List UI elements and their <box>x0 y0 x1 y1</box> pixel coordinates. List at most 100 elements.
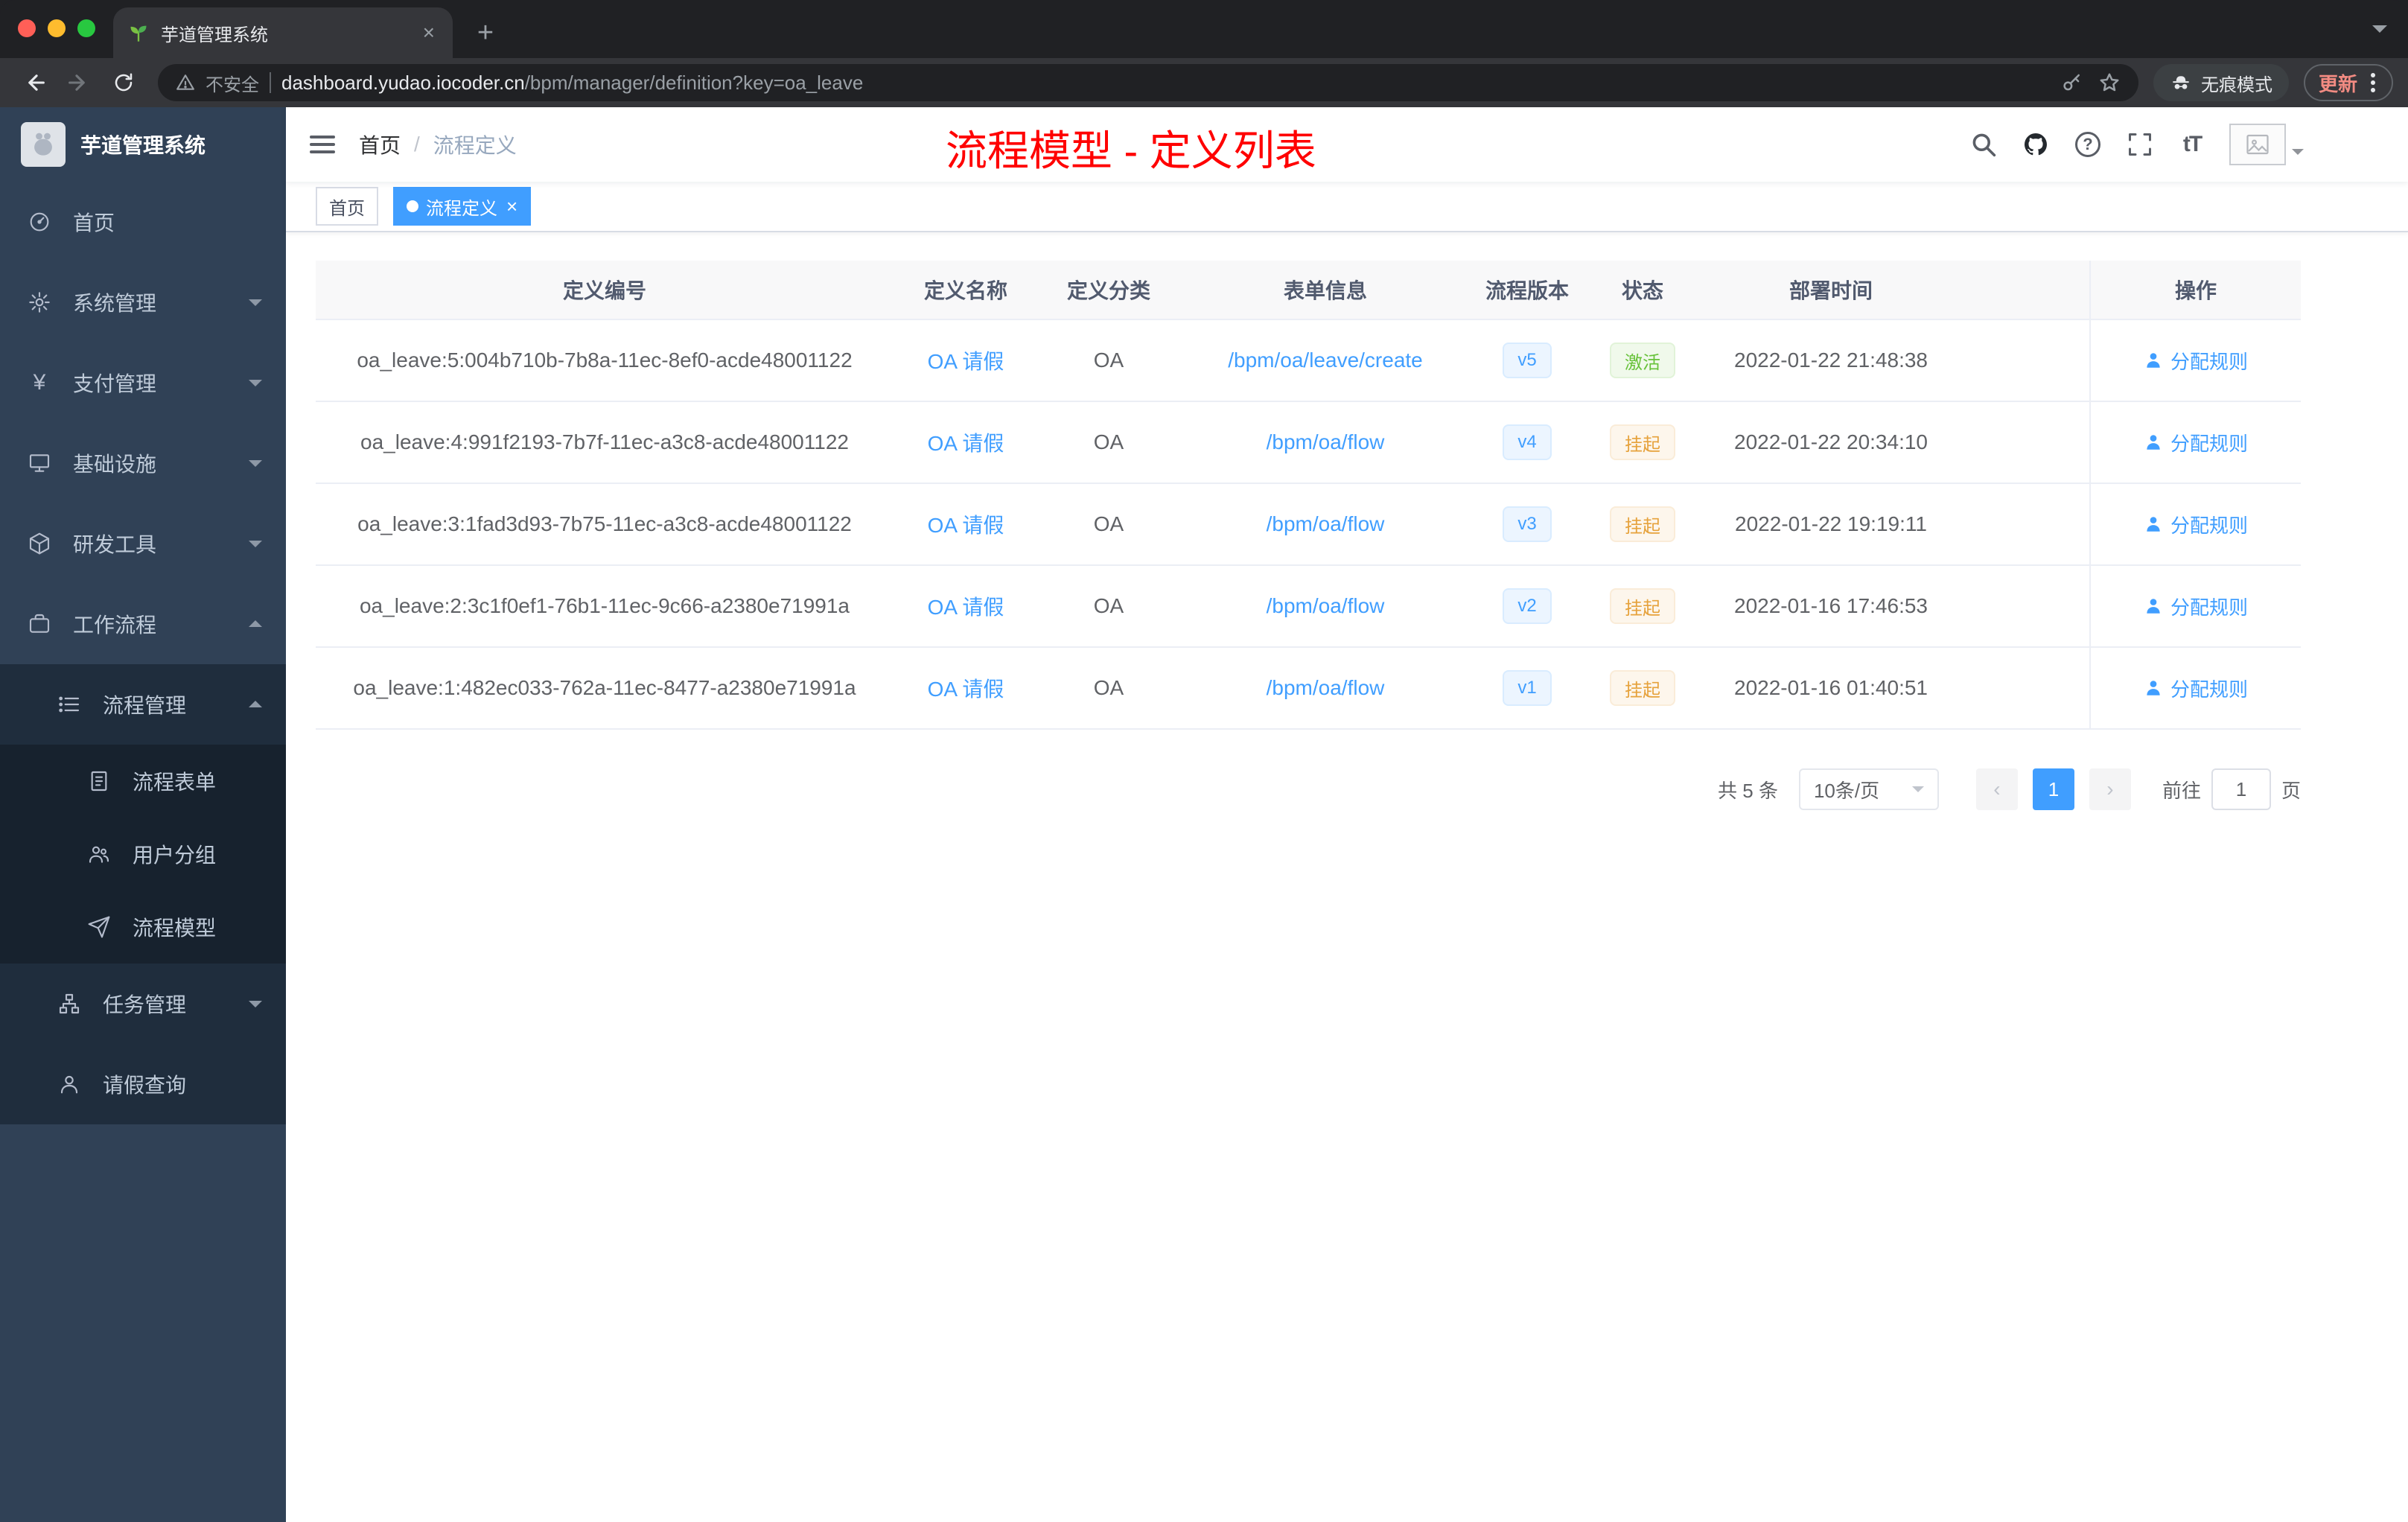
breadcrumb-home[interactable]: 首页 <box>359 130 401 159</box>
sidebar-item-devtools[interactable]: 研发工具 <box>0 503 286 584</box>
sidebar-item-payment[interactable]: ¥ 支付管理 <box>0 343 286 423</box>
github-icon[interactable] <box>2021 130 2051 159</box>
sidebar-item-workflow[interactable]: 工作流程 <box>0 584 286 664</box>
security-label[interactable]: 不安全 <box>206 70 259 96</box>
chevron-down-icon <box>2292 149 2304 161</box>
cube-icon <box>27 531 52 556</box>
browser-tab[interactable]: 芋道管理系统 × <box>113 7 453 58</box>
sidebar-item-user-group[interactable]: 用户分组 <box>0 818 286 891</box>
sidebar-item-label: 请假查询 <box>103 1074 187 1097</box>
back-button[interactable] <box>15 63 54 102</box>
sidebar-item-home[interactable]: 首页 <box>0 182 286 262</box>
search-icon[interactable] <box>1969 130 1998 159</box>
incognito-label: 无痕模式 <box>2200 74 2272 95</box>
sidebar-item-system[interactable]: 系统管理 <box>0 262 286 343</box>
sidebar-item-label: 任务管理 <box>103 993 187 1016</box>
sidebar-item-task-management[interactable]: 任务管理 <box>0 964 286 1044</box>
next-page-button[interactable]: › <box>2089 768 2131 810</box>
filler-cell <box>1960 402 2089 484</box>
tab-search-chevron-icon[interactable] <box>2372 25 2387 40</box>
tag-close-icon[interactable]: × <box>506 197 517 216</box>
tag-home[interactable]: 首页 <box>316 187 378 226</box>
overflow-menu-icon[interactable] <box>2368 70 2378 95</box>
form-link[interactable]: /bpm/oa/flow <box>1267 430 1385 454</box>
definition-category: OA <box>1038 402 1179 484</box>
assign-rule-link[interactable]: 分配规则 <box>2144 675 2248 702</box>
sidebar-item-label: 用户分组 <box>133 844 217 867</box>
chevron-up-icon <box>249 614 262 627</box>
avatar <box>2229 124 2286 165</box>
status-tag: 挂起 <box>1610 588 1675 624</box>
assign-rule-link[interactable]: 分配规则 <box>2144 347 2248 375</box>
definition-category: OA <box>1038 484 1179 566</box>
sidebar-item-label: 工作流程 <box>73 614 157 637</box>
page-size-select[interactable]: 10条/页 <box>1798 768 1939 810</box>
page-title: 流程模型 - 定义列表 <box>946 127 1316 174</box>
sidebar-item-process-management[interactable]: 流程管理 <box>0 664 286 745</box>
filler-cell <box>1960 648 2089 730</box>
tab-title: 芋道管理系统 <box>161 25 268 45</box>
user-menu[interactable] <box>2229 124 2304 165</box>
deploy-time: 2022-01-22 20:34:10 <box>1702 402 1960 484</box>
col-header-filler <box>1960 261 2089 320</box>
list-icon <box>57 692 82 717</box>
definition-name-link[interactable]: OA 请假 <box>928 427 1004 457</box>
breadcrumb: 首页 / 流程定义 <box>359 130 517 159</box>
document-icon <box>86 768 112 794</box>
definition-name-link[interactable]: OA 请假 <box>928 591 1004 621</box>
pagination: 共 5 条 10条/页 ‹ 1 › 前往 页 <box>316 768 2301 810</box>
col-header-name: 定义名称 <box>894 261 1038 320</box>
col-header-category: 定义分类 <box>1038 261 1179 320</box>
sidebar-item-label: 研发工具 <box>73 533 157 556</box>
hamburger-icon[interactable] <box>286 136 359 153</box>
col-header-actions: 操作 <box>2089 261 2301 320</box>
definition-name-link[interactable]: OA 请假 <box>928 509 1004 539</box>
sidebar-item-process-form[interactable]: 流程表单 <box>0 745 286 818</box>
address-bar[interactable]: 不安全 dashboard.yudao.iocoder.cn/bpm/manag… <box>158 64 2138 101</box>
url-host: dashboard.yudao.iocoder.cn <box>281 71 525 94</box>
sidebar-item-label: 流程模型 <box>133 917 217 940</box>
sidebar-item-leave-query[interactable]: 请假查询 <box>0 1044 286 1124</box>
sidebar-item-label: 流程管理 <box>103 694 187 717</box>
goto-page-input[interactable] <box>2211 768 2271 810</box>
form-link[interactable]: /bpm/oa/flow <box>1267 512 1385 536</box>
prev-page-button[interactable]: ‹ <box>1975 768 2018 810</box>
definition-id: oa_leave:4:991f2193-7b7f-11ec-a3c8-acde4… <box>316 402 894 484</box>
sidebar-item-process-model[interactable]: 流程模型 <box>0 891 286 964</box>
assign-rule-link[interactable]: 分配规则 <box>2144 429 2248 456</box>
breadcrumb-current: 流程定义 <box>433 134 517 157</box>
font-size-icon[interactable]: tT <box>2177 130 2207 159</box>
new-tab-button[interactable]: + <box>465 12 506 54</box>
assign-rule-link[interactable]: 分配规则 <box>2144 593 2248 620</box>
sidebar-logo[interactable]: 芋道管理系统 <box>0 107 286 182</box>
zoom-window-button[interactable] <box>77 19 95 37</box>
form-link[interactable]: /bpm/oa/flow <box>1267 594 1385 618</box>
sidebar-item-infrastructure[interactable]: 基础设施 <box>0 423 286 503</box>
close-window-button[interactable] <box>18 19 36 37</box>
form-link[interactable]: /bpm/oa/flow <box>1267 676 1385 700</box>
password-key-icon[interactable] <box>2061 71 2083 94</box>
bookmark-star-icon[interactable] <box>2098 71 2121 94</box>
pagination-total: 共 5 条 <box>1718 779 1778 802</box>
minimize-window-button[interactable] <box>48 19 66 37</box>
assign-rule-link[interactable]: 分配规则 <box>2144 511 2248 538</box>
tag-process-definition[interactable]: 流程定义 × <box>393 187 532 226</box>
current-page-button[interactable]: 1 <box>2032 768 2074 810</box>
url-text[interactable]: dashboard.yudao.iocoder.cn/bpm/manager/d… <box>281 71 2051 95</box>
form-link[interactable]: /bpm/oa/leave/create <box>1228 348 1423 372</box>
tab-close-icon[interactable]: × <box>420 21 438 45</box>
person-icon <box>2147 517 2160 532</box>
browser-toolbar: 不安全 dashboard.yudao.iocoder.cn/bpm/manag… <box>0 58 2408 107</box>
help-icon[interactable]: ? <box>2073 130 2103 159</box>
forward-button[interactable] <box>60 63 98 102</box>
fullscreen-icon[interactable] <box>2125 130 2155 159</box>
deploy-time: 2022-01-22 19:19:11 <box>1702 484 1960 566</box>
definition-name-link[interactable]: OA 请假 <box>928 346 1004 375</box>
tags-view-bar: 首页 流程定义 × <box>286 182 2408 232</box>
browser-menu-update-button[interactable]: 更新 <box>2303 64 2393 101</box>
sidebar: 芋道管理系统 首页 系统管理 ¥ 支付管理 基础设施 研发工具 工作流程 流程管… <box>0 107 286 1522</box>
definition-name-link[interactable]: OA 请假 <box>928 673 1004 703</box>
reload-button[interactable] <box>104 63 143 102</box>
navbar-actions: ? tT <box>1969 124 2408 165</box>
breadcrumb-separator: / <box>414 133 420 156</box>
